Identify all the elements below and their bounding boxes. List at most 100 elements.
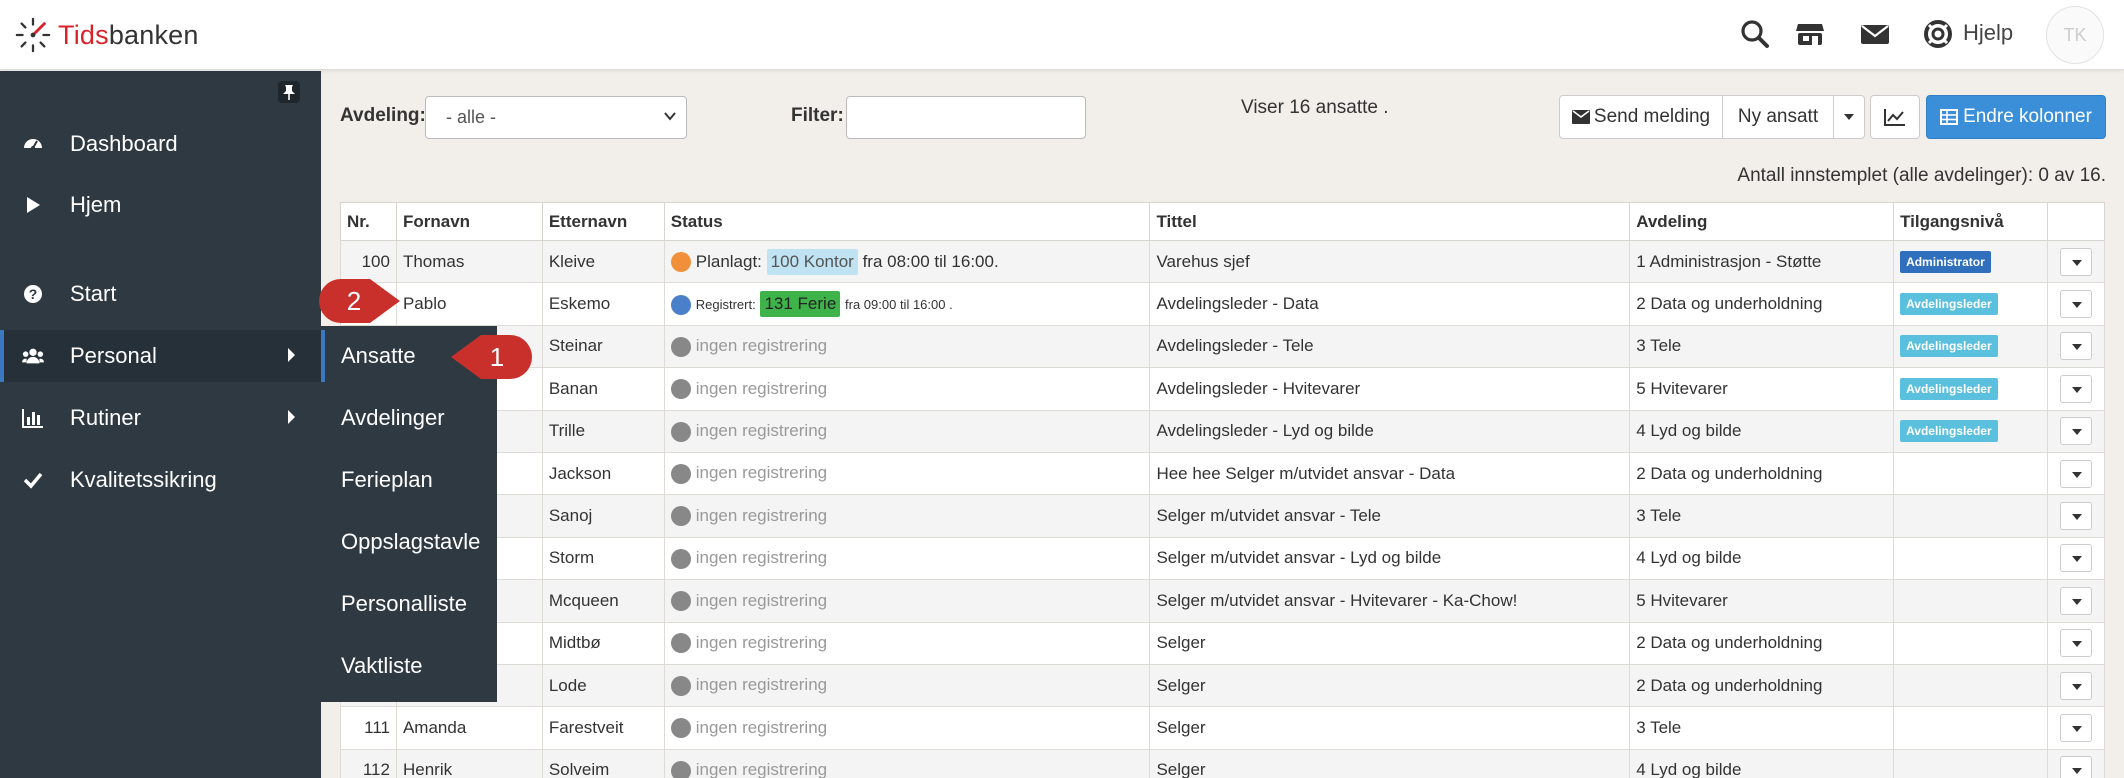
status-prefix: ingen registrering xyxy=(695,378,828,398)
row-actions-dropdown-button[interactable] xyxy=(2059,629,2092,658)
table-row[interactable]: Pablo Eskemo Registrert: 131 Ferie fra 09:… xyxy=(340,282,2106,326)
table-row[interactable]: Lode ingen registrering Selger 2 Data og un… xyxy=(340,663,2106,708)
cell-last-name[interactable]: Mcqueen xyxy=(541,579,665,623)
sidebar-item-kvalitetssikring[interactable]: Kvalitetssikring xyxy=(0,454,321,506)
status-time: fra 08:00 til 16:00. xyxy=(862,251,999,271)
cell-status: ingen registrering xyxy=(663,663,1151,708)
column-header-department[interactable]: Avdeling xyxy=(1629,202,1895,241)
submenu-item-avdelinger[interactable]: Avdelinger xyxy=(321,392,497,444)
row-actions-dropdown-button[interactable] xyxy=(2059,502,2092,531)
change-columns-button[interactable]: Endre kolonner xyxy=(1926,95,2106,139)
table-row[interactable]: Midtbø ingen registrering Selger 2 Data og … xyxy=(340,621,2106,665)
cell-last-name[interactable]: Farestveit xyxy=(541,706,665,750)
search-icon[interactable] xyxy=(1739,18,1771,50)
submenu-item-oppslagstavle[interactable]: Oppslagstavle xyxy=(321,516,497,568)
row-actions-dropdown-button[interactable] xyxy=(2059,247,2092,276)
column-header-status[interactable]: Status xyxy=(663,202,1151,241)
cell-first-name[interactable]: Henrik xyxy=(395,748,543,778)
row-actions-dropdown-button[interactable] xyxy=(2059,756,2092,778)
row-actions-dropdown-button[interactable] xyxy=(2059,671,2092,700)
avatar[interactable]: TK xyxy=(2046,6,2104,64)
send-message-button[interactable]: Send melding xyxy=(1559,95,1723,139)
pin-button[interactable] xyxy=(278,81,300,103)
sidebar-item-rutiner[interactable]: Rutiner xyxy=(0,392,321,444)
row-actions-dropdown-button[interactable] xyxy=(2059,290,2092,319)
cell-first-name[interactable]: Pablo xyxy=(395,282,543,326)
cell-status: ingen registrering xyxy=(663,409,1151,453)
sidebar-item-personal[interactable]: Personal xyxy=(0,330,321,382)
cell-actions xyxy=(2046,706,2106,750)
column-header-nr[interactable]: Nr. xyxy=(340,202,397,241)
cell-department: 4 Lyd og bilde xyxy=(1629,748,1895,778)
sidebar-item-label: Start xyxy=(70,281,117,306)
row-actions-dropdown-button[interactable] xyxy=(2059,332,2092,361)
cell-last-name[interactable]: Storm xyxy=(541,536,665,581)
table-row[interactable]: Banan ingen registrering Avdelingsleder - … xyxy=(340,367,2106,411)
column-header-access-level[interactable]: Tilgangsnivå xyxy=(1893,202,2048,241)
store-icon[interactable] xyxy=(1794,18,1826,50)
cell-access-level xyxy=(1893,494,2048,538)
row-actions-dropdown-button[interactable] xyxy=(2059,713,2092,742)
table-row[interactable]: Steinar ingen registrering Avdelingsleder … xyxy=(340,324,2106,369)
caret-right-icon xyxy=(288,348,295,362)
column-header-first-name[interactable]: Fornavn xyxy=(395,202,543,241)
submenu-item-vaktliste[interactable]: Vaktliste xyxy=(321,640,497,692)
sidebar-item-dashboard[interactable]: Dashboard xyxy=(0,118,321,170)
sidebar-item-start[interactable]: ? Start xyxy=(0,268,321,320)
cell-actions xyxy=(2046,621,2106,665)
table-icon xyxy=(1940,109,1959,125)
cell-last-name[interactable]: Jackson xyxy=(541,451,665,496)
brand-logo[interactable]: Tidsbanken xyxy=(14,16,199,54)
row-actions-dropdown-button[interactable] xyxy=(2059,459,2092,488)
dashboard-icon xyxy=(22,133,44,155)
filter-input[interactable] xyxy=(846,96,1086,139)
table-row[interactable]: yMcqueeningen registreringSelger m/utvid… xyxy=(340,579,2106,623)
lifebuoy-icon[interactable] xyxy=(1922,18,1954,50)
cell-last-name[interactable]: Banan xyxy=(541,367,665,411)
cell-title: Avdelingsleder - Lyd og bilde xyxy=(1149,409,1631,453)
users-icon xyxy=(22,345,44,367)
cell-nr: 100 xyxy=(340,239,397,284)
new-employee-button[interactable]: Ny ansatt xyxy=(1722,95,1834,139)
cell-first-name[interactable]: Thomas xyxy=(395,239,543,284)
table-row[interactable]: 100 Thomas Kleive Planlagt: 100 Kontor fra … xyxy=(340,239,2106,284)
cell-last-name[interactable]: Kleive xyxy=(541,239,665,284)
cell-first-name[interactable]: Amanda xyxy=(395,706,543,750)
status-prefix: ingen registrering xyxy=(695,717,828,737)
table-row[interactable]: Trille ingen registrering Avdelingsleder -… xyxy=(340,409,2106,453)
row-actions-dropdown-button[interactable] xyxy=(2059,374,2092,403)
submenu-item-personalliste[interactable]: Personalliste xyxy=(321,578,497,630)
status-dot-icon xyxy=(670,294,691,315)
cell-department: 3 Tele xyxy=(1629,324,1895,369)
envelope-icon[interactable] xyxy=(1859,18,1891,50)
cell-last-name[interactable]: Solveim xyxy=(541,748,665,778)
chart-button[interactable] xyxy=(1870,95,1920,139)
cell-last-name[interactable]: Lode xyxy=(541,663,665,708)
new-employee-dropdown-button[interactable] xyxy=(1833,95,1865,139)
table-row[interactable]: 111 Amanda Farestveit ingen registrering Sel… xyxy=(340,706,2106,750)
table-row[interactable]: Jackson ingen registrering Hee hee Selger … xyxy=(340,451,2106,496)
cell-access-level: Avdelingsleder xyxy=(1893,367,2048,411)
table-row[interactable]: 112 Henrik Solveim ingen registrering Selger… xyxy=(340,748,2106,778)
department-select[interactable]: - alle - xyxy=(425,96,687,139)
cell-last-name[interactable]: Sanoj xyxy=(541,494,665,538)
table-row[interactable]: Sanoj ingen registrering Selger m/utvidet … xyxy=(340,494,2106,538)
row-actions-dropdown-button[interactable] xyxy=(2059,417,2092,446)
cell-last-name[interactable]: Eskemo xyxy=(541,282,665,326)
sidebar-item-hjem[interactable]: Hjem xyxy=(0,179,321,231)
help-link[interactable]: Hjelp xyxy=(1963,20,2013,46)
row-actions-dropdown-button[interactable] xyxy=(2059,544,2092,573)
cell-last-name[interactable]: Steinar xyxy=(541,324,665,369)
table-row[interactable]: Storm ingen registrering Selger m/utvidet … xyxy=(340,536,2106,581)
cell-department: 2 Data og underholdning xyxy=(1629,282,1895,326)
column-header-last-name[interactable]: Etternavn xyxy=(541,202,665,241)
submenu-item-ferieplan[interactable]: Ferieplan xyxy=(321,454,497,506)
status-dot-icon xyxy=(670,718,691,739)
row-actions-dropdown-button[interactable] xyxy=(2059,586,2092,615)
cell-last-name[interactable]: Trille xyxy=(541,409,665,453)
showing-count: Viser 16 ansatte . xyxy=(1241,97,1389,118)
cell-last-name[interactable]: Midtbø xyxy=(541,621,665,665)
check-icon xyxy=(22,469,44,491)
column-header-title[interactable]: Tittel xyxy=(1149,202,1631,241)
cell-title: Selger xyxy=(1149,663,1631,708)
